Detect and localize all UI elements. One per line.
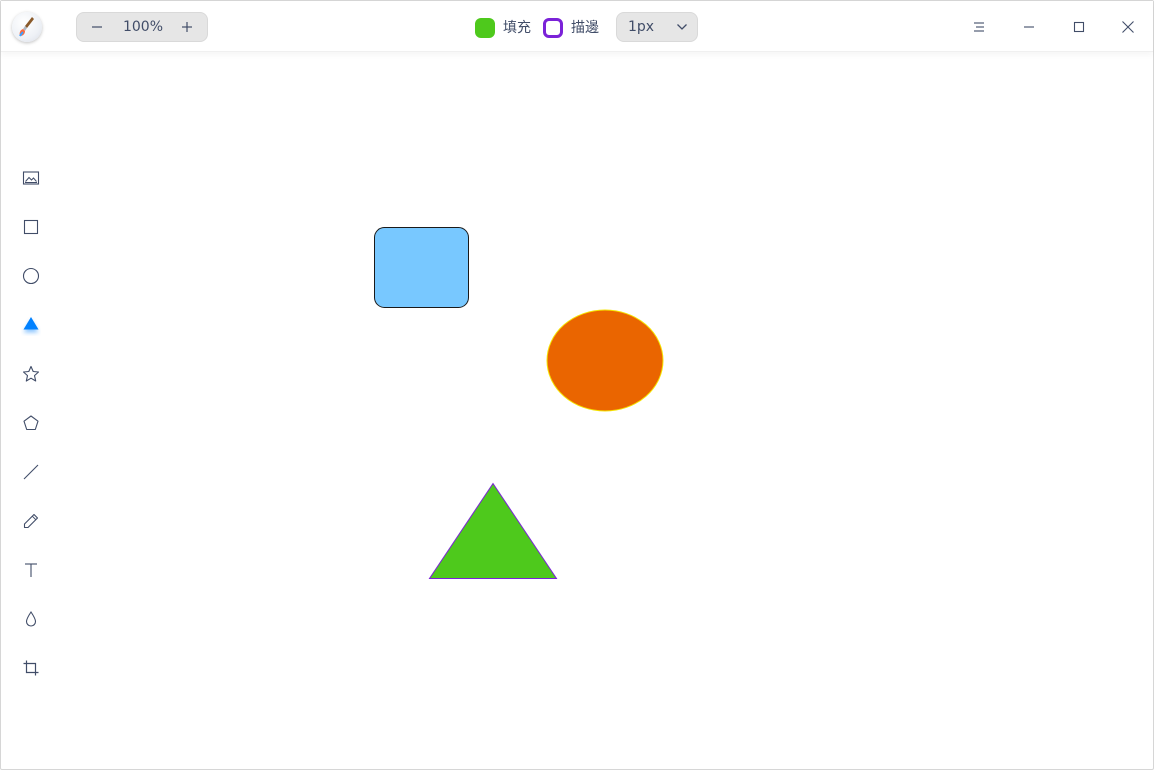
zoom-control: 100% (76, 12, 208, 42)
zoom-in-button[interactable] (169, 13, 205, 41)
menu-button[interactable] (963, 11, 995, 43)
fill-color-button[interactable] (475, 18, 495, 38)
zoom-out-button[interactable] (79, 13, 115, 41)
close-button[interactable] (1112, 11, 1144, 43)
stroke-color-button[interactable] (543, 18, 563, 38)
app-logo-icon (12, 12, 42, 42)
canvas-ellipse[interactable] (546, 309, 664, 412)
stroke-label: 描邊 (571, 20, 599, 36)
stroke-width-value: 1px (628, 19, 655, 35)
minimize-icon (1024, 26, 1034, 28)
chevron-down-icon (677, 24, 687, 30)
maximize-button[interactable] (1063, 11, 1095, 43)
canvas-triangle[interactable] (428, 482, 558, 579)
minimize-button[interactable] (1013, 11, 1045, 43)
fill-label: 填充 (503, 20, 531, 36)
canvas-rectangle[interactable] (374, 227, 469, 308)
maximize-icon (1073, 21, 1085, 33)
app-window: 100% 填充 描邊 1px (0, 0, 1154, 770)
plus-icon (182, 22, 192, 32)
close-icon (1122, 21, 1134, 33)
drawing-canvas[interactable] (1, 52, 1153, 769)
menu-icon (974, 22, 984, 32)
zoom-level: 100% (122, 19, 164, 35)
stroke-width-select[interactable]: 1px (616, 12, 698, 42)
title-bar: 100% 填充 描邊 1px (1, 1, 1153, 52)
minus-icon (92, 26, 102, 28)
